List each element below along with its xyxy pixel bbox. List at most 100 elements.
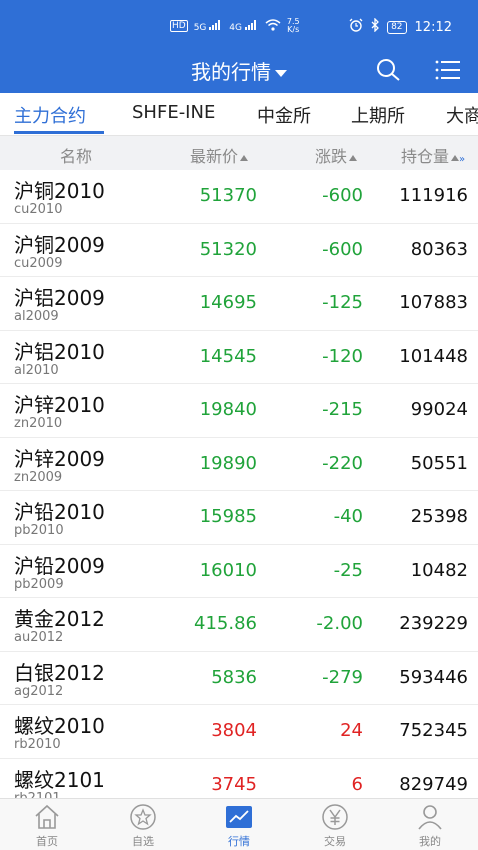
open-interest: 239229 (399, 613, 468, 634)
contract-code: zn2009 (14, 469, 63, 485)
price-change: -2.00 (316, 613, 363, 634)
page-title[interactable]: 我的行情 (0, 56, 478, 85)
open-interest: 80363 (410, 238, 468, 260)
tabbar-quotes[interactable]: 行情 (209, 803, 269, 849)
table-row[interactable]: 沪锌2009 zn2009 19890 -220 50551 (0, 438, 478, 491)
alarm-icon (349, 18, 363, 36)
col-change[interactable]: 涨跌 (315, 143, 358, 167)
contract-code: pb2009 (14, 576, 64, 592)
contract-name: 沪铅2009 (14, 553, 105, 578)
contract-code: al2010 (14, 362, 59, 378)
last-price: 51320 (199, 238, 257, 260)
star-icon (130, 804, 156, 830)
chart-icon (226, 806, 252, 828)
contract-code: zn2010 (14, 416, 63, 431)
contract-code: au2012 (14, 630, 64, 645)
last-price: 19840 (199, 399, 257, 420)
last-price: 15985 (199, 506, 257, 527)
table-row[interactable]: 白银2012 ag2012 5836 -279 593446 (0, 652, 478, 705)
app-header: HD 5G 4G 7.5 K/s 82 12:12 我的行情 (0, 0, 478, 93)
contract-name: 沪锌2009 (14, 446, 105, 471)
active-tab-indicator (14, 131, 104, 134)
table-row[interactable]: 沪铝2010 al2010 14545 -120 101448 (0, 331, 478, 384)
table-row[interactable]: 螺纹2010 rb2010 3804 24 752345 (0, 705, 478, 759)
sort-icon (451, 154, 460, 161)
contract-name: 沪铅2010 (14, 500, 105, 524)
tabbar-home[interactable]: 首页 (17, 803, 77, 849)
table-row[interactable]: 螺纹2101 rb2101 3745 6 829749 (0, 759, 478, 799)
contract-name: 沪铜2009 (14, 232, 105, 257)
price-change: -220 (322, 452, 363, 474)
table-header: 名称 最新价 涨跌 持仓量» (0, 136, 478, 170)
bottom-tab-bar: 首页 自选 行情 交易 我的 (0, 798, 478, 850)
last-price: 5836 (211, 666, 257, 688)
sort-icon (240, 154, 249, 161)
price-change: 6 (351, 773, 363, 795)
price-change: -125 (322, 292, 363, 313)
table-row[interactable]: 沪铜2009 cu2009 51320 -600 80363 (0, 224, 478, 277)
col-name: 名称 (60, 147, 93, 166)
price-change: -600 (322, 238, 363, 260)
tab-dce[interactable]: 大商 (446, 102, 478, 128)
quote-list: 沪铜2010 cu2010 51370 -600 111916 沪铜2009 c… (0, 170, 478, 798)
contract-name: 沪锌2010 (14, 393, 105, 417)
contract-name: 螺纹2010 (14, 714, 105, 738)
open-interest: 111916 (399, 185, 468, 206)
last-price: 19890 (199, 452, 257, 474)
tab-main-contracts[interactable]: 主力合约 (14, 102, 86, 128)
contract-code: pb2010 (14, 523, 64, 538)
table-row[interactable]: 沪锌2010 zn2010 19840 -215 99024 (0, 384, 478, 438)
clock: 12:12 (414, 19, 452, 35)
table-row[interactable]: 沪铝2009 al2009 14695 -125 107883 (0, 277, 478, 331)
contract-name: 沪铝2010 (14, 339, 105, 364)
table-row[interactable]: 沪铅2009 pb2009 16010 -25 10482 (0, 545, 478, 598)
sort-icon (349, 154, 358, 161)
search-icon[interactable] (374, 56, 402, 84)
open-interest: 10482 (410, 559, 468, 581)
wifi-icon (265, 18, 281, 34)
table-row[interactable]: 沪铜2010 cu2010 51370 -600 111916 (0, 170, 478, 224)
col-open-interest[interactable]: 持仓量» (401, 143, 465, 167)
chevron-down-icon (275, 70, 287, 77)
price-change: 24 (340, 720, 363, 741)
last-price: 51370 (199, 185, 257, 206)
menu-icon[interactable] (434, 56, 462, 84)
col-price[interactable]: 最新价 (190, 143, 249, 167)
last-price: 16010 (199, 559, 257, 581)
contract-code: al2009 (14, 309, 59, 324)
open-interest: 99024 (410, 399, 468, 420)
double-chevron-right-icon: » (459, 154, 466, 165)
tabbar-watchlist[interactable]: 自选 (113, 803, 173, 849)
status-bar: HD 5G 4G 7.5 K/s 82 12:12 (0, 16, 478, 40)
open-interest: 752345 (399, 720, 468, 741)
price-change: -279 (322, 666, 363, 688)
tab-cffex[interactable]: 中金所 (257, 102, 311, 128)
contract-code: cu2010 (14, 202, 63, 217)
signal-icon-2: 4G (229, 19, 259, 33)
last-price: 14695 (199, 292, 257, 313)
tab-shfe[interactable]: 上期所 (351, 102, 405, 128)
table-row[interactable]: 沪铅2010 pb2010 15985 -40 25398 (0, 491, 478, 545)
tab-shfe-ine[interactable]: SHFE-INE (132, 102, 215, 123)
last-price: 14545 (199, 345, 257, 367)
contract-name: 沪铜2010 (14, 179, 105, 203)
tabbar-trade[interactable]: 交易 (305, 803, 365, 849)
open-interest: 593446 (399, 666, 468, 688)
price-change: -120 (322, 345, 363, 367)
last-price: 415.86 (194, 613, 257, 634)
battery-icon: 82 (387, 20, 407, 34)
user-icon (418, 805, 442, 830)
price-change: -600 (322, 185, 363, 206)
open-interest: 50551 (410, 452, 468, 474)
contract-name: 黄金2012 (14, 607, 105, 631)
open-interest: 25398 (410, 506, 468, 527)
table-row[interactable]: 黄金2012 au2012 415.86 -2.00 239229 (0, 598, 478, 652)
contract-code: ag2012 (14, 683, 64, 699)
open-interest: 829749 (399, 773, 468, 795)
contract-name: 白银2012 (14, 660, 105, 685)
yen-icon (322, 804, 348, 830)
contract-name: 螺纹2101 (14, 767, 105, 792)
tabbar-profile[interactable]: 我的 (400, 803, 460, 849)
last-price: 3745 (211, 773, 257, 795)
signal-icon: 5G (194, 19, 224, 33)
